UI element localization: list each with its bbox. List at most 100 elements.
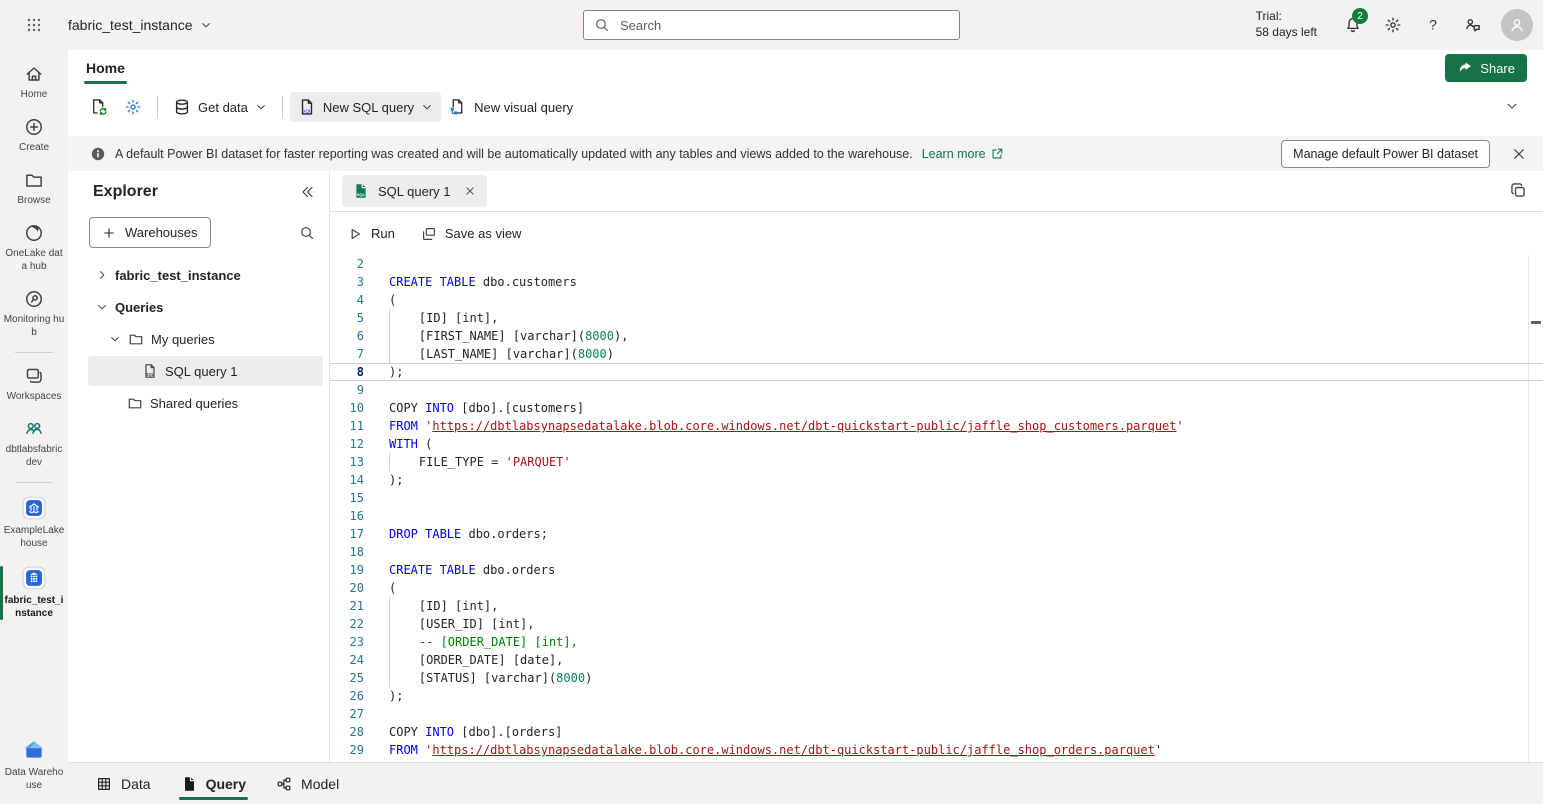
view-tab-query[interactable]: Query (171, 763, 256, 804)
code-line-7[interactable]: 7 [LAST_NAME] [varchar](8000) (330, 345, 1543, 363)
code-line-19[interactable]: 19CREATE TABLE dbo.orders (330, 561, 1543, 579)
manage-dataset-button[interactable]: Manage default Power BI dataset (1281, 140, 1490, 168)
account-avatar[interactable] (1501, 9, 1533, 41)
warehouse-settings-button[interactable] (116, 92, 150, 122)
code-line-4[interactable]: 4( (330, 291, 1543, 309)
rail-divider (15, 482, 53, 483)
code-line-16[interactable]: 16 (330, 507, 1543, 525)
rail-item-dbtlabsfabricdev[interactable]: dbtlabsfabricdev (0, 411, 70, 477)
chevron-right-icon[interactable] (96, 269, 108, 281)
collapse-panel-icon[interactable] (299, 184, 315, 200)
line-number: 4 (330, 291, 364, 309)
rail-item-onelake-data-hub[interactable]: OneLake data hub (0, 215, 70, 281)
code-line-13[interactable]: 13 FILE_TYPE = 'PARQUET' (330, 453, 1543, 471)
view-tab-data[interactable]: Data (86, 763, 161, 804)
code-line-15[interactable]: 15 (330, 489, 1543, 507)
collapse-ribbon-button[interactable] (1495, 93, 1529, 122)
new-sql-query-button[interactable]: SQL New SQL query (290, 92, 441, 122)
add-warehouses-button[interactable]: Warehouses (89, 217, 211, 248)
new-visual-query-button[interactable]: New visual query (441, 92, 581, 122)
explorer-tree: fabric_test_instanceQueriesMy queriesSQL… (68, 260, 329, 418)
share-button[interactable]: Share (1445, 54, 1527, 82)
sql-code-editor[interactable]: 23CREATE TABLE dbo.customers4(5 [ID] [in… (330, 255, 1543, 762)
line-number: 10 (330, 399, 364, 417)
rail-item-create[interactable]: Create (0, 109, 70, 162)
settings-button[interactable] (1373, 5, 1413, 45)
code-line-25[interactable]: 25 [STATUS] [varchar](8000) (330, 669, 1543, 687)
code-line-2[interactable]: 2 (330, 255, 1543, 273)
rail-item-browse[interactable]: Browse (0, 162, 70, 215)
plus-circle-icon (24, 117, 44, 137)
code-line-11[interactable]: 11FROM 'https://dbtlabsynapsedatalake.bl… (330, 417, 1543, 435)
feedback-icon (1464, 16, 1482, 34)
code-line-24[interactable]: 24 [ORDER_DATE] [date], (330, 651, 1543, 669)
help-button[interactable]: ? (1413, 5, 1453, 45)
code-line-8[interactable]: 8); (330, 363, 1543, 381)
explorer-search-icon[interactable] (299, 225, 315, 241)
code-line-27[interactable]: 27 (330, 705, 1543, 723)
rail-item-fabric-test-instance[interactable]: fabric_test_instance (0, 558, 70, 628)
code-line-14[interactable]: 14); (330, 471, 1543, 489)
get-data-button[interactable]: Get data (165, 92, 275, 122)
code-line-10[interactable]: 10COPY INTO [dbo].[customers] (330, 399, 1543, 417)
tree-item-fabric-test-instance[interactable]: fabric_test_instance (88, 260, 323, 290)
save-as-view-button[interactable]: Save as view (421, 226, 522, 242)
code-line-9[interactable]: 9 (330, 381, 1543, 399)
code-line-28[interactable]: 28COPY INTO [dbo].[orders] (330, 723, 1543, 741)
folder-icon (127, 395, 143, 411)
waffle-icon (26, 17, 42, 33)
left-rail: HomeCreateBrowseOneLake data hubMonitori… (0, 50, 68, 804)
banner-close-icon[interactable] (1511, 146, 1527, 162)
svg-text:?: ? (1429, 17, 1437, 33)
code-line-12[interactable]: 12WITH ( (330, 435, 1543, 453)
rail-item-workspaces[interactable]: Workspaces (0, 358, 70, 411)
notifications-button[interactable]: 2 (1333, 5, 1373, 45)
explorer-panel: Explorer Warehouses fabric_test_instance… (68, 171, 330, 762)
search-input[interactable] (618, 17, 949, 34)
ribbon-tabs: Home Share (68, 50, 1543, 86)
onelake-icon (24, 223, 44, 243)
rail-item-monitoring-hub[interactable]: Monitoring hub (0, 281, 70, 347)
feedback-button[interactable] (1453, 5, 1493, 45)
view-tab-model[interactable]: Model (266, 763, 349, 804)
tree-item-my-queries[interactable]: My queries (88, 324, 323, 354)
code-line-3[interactable]: 3CREATE TABLE dbo.customers (330, 273, 1543, 291)
tree-item-queries[interactable]: Queries (88, 292, 323, 322)
new-report-button[interactable] (82, 92, 116, 122)
code-line-21[interactable]: 21 [ID] [int], (330, 597, 1543, 615)
chevron-down-icon[interactable] (96, 301, 108, 313)
code-line-6[interactable]: 6 [FIRST_NAME] [varchar](8000), (330, 327, 1543, 345)
code-line-5[interactable]: 5 [ID] [int], (330, 309, 1543, 327)
tree-item-sql-query-1[interactable]: SQLSQL query 1 (88, 356, 323, 386)
learn-more-link[interactable]: Learn more (922, 147, 1004, 161)
tree-item-shared-queries[interactable]: Shared queries (88, 388, 323, 418)
code-line-29[interactable]: 29FROM 'https://dbtlabsynapsedatalake.bl… (330, 741, 1543, 759)
global-search[interactable] (583, 10, 960, 40)
tab-home[interactable]: Home (84, 56, 127, 80)
visual-query-icon (449, 98, 467, 116)
code-line-20[interactable]: 20( (330, 579, 1543, 597)
close-tab-icon[interactable] (464, 185, 476, 197)
code-line-17[interactable]: 17DROP TABLE dbo.orders; (330, 525, 1543, 543)
dataset-info-banner: A default Power BI dataset for faster re… (68, 136, 1543, 171)
code-line-18[interactable]: 18 (330, 543, 1543, 561)
code-line-26[interactable]: 26); (330, 687, 1543, 705)
app-launcher-button[interactable] (0, 17, 68, 33)
rail-item-home[interactable]: Home (0, 56, 70, 109)
workspace-name: fabric_test_instance (68, 17, 193, 33)
toolbar-divider (282, 96, 283, 118)
rail-item-data-warehouse[interactable]: Data Warehouse (0, 730, 70, 800)
toolbar-divider (157, 96, 158, 118)
query-tab-sql-query-1[interactable]: SQL SQL query 1 (342, 175, 487, 207)
copy-icon[interactable] (1509, 181, 1527, 199)
top-bar: fabric_test_instance Trial: 58 days left… (0, 0, 1543, 50)
code-line-23[interactable]: 23 -- [ORDER_DATE] [int], (330, 633, 1543, 651)
folder-icon (128, 331, 144, 347)
rail-item-label: fabric_test_instance (3, 594, 65, 620)
code-line-22[interactable]: 22 [USER_ID] [int], (330, 615, 1543, 633)
sql-file-icon: SQL (298, 98, 316, 116)
workspace-switcher[interactable]: fabric_test_instance (68, 17, 212, 33)
chevron-down-icon[interactable] (109, 333, 121, 345)
run-button[interactable]: Run (347, 226, 395, 242)
rail-item-examplelakehouse[interactable]: ExampleLakehouse (0, 488, 70, 558)
